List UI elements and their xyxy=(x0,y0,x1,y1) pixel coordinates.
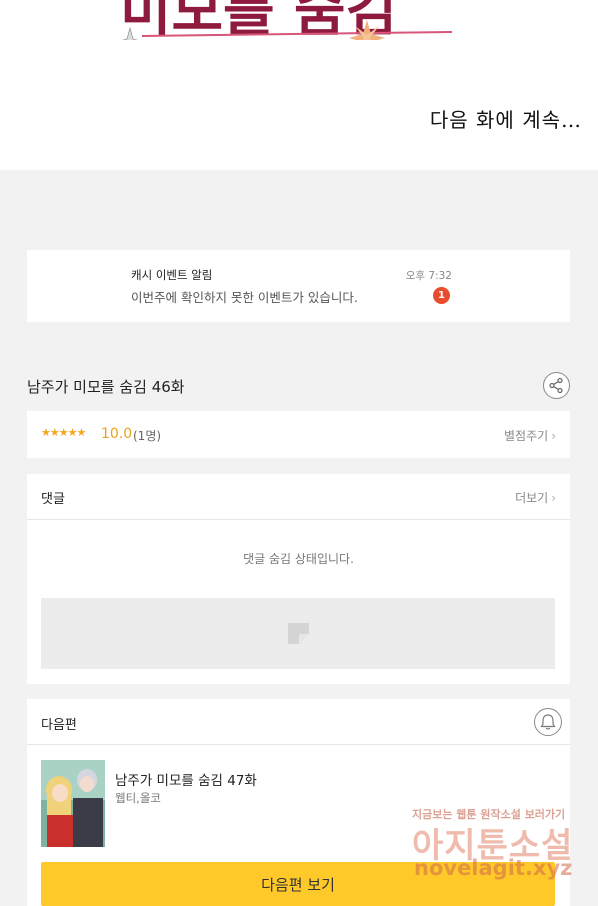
chevron-right-icon: › xyxy=(551,491,556,505)
notify-button[interactable] xyxy=(534,708,562,736)
ad-placeholder xyxy=(41,598,555,669)
notification-count-badge: 1 xyxy=(433,287,450,304)
share-icon xyxy=(549,377,563,394)
comments-more-label: 더보기 xyxy=(515,491,549,505)
comments-title: 댓글 xyxy=(41,492,65,507)
share-button[interactable] xyxy=(543,372,570,399)
next-episode-author: 웹티,올코 xyxy=(115,791,161,805)
notification-title: 캐시 이벤트 알림 xyxy=(131,268,213,282)
to-be-continued-text: 다음 화에 계속… xyxy=(429,108,582,132)
next-episode-section-title: 다음편 xyxy=(41,718,77,733)
notification-message: 이번주에 확인하지 못한 이벤트가 있습니다. xyxy=(131,290,358,305)
watermark-url: novelagit.xyz xyxy=(414,856,573,880)
event-notification[interactable]: 캐시 이벤트 알림 이번주에 확인하지 못한 이벤트가 있습니다. 오후 7:3… xyxy=(27,250,570,322)
watermark: 지금보는 웹툰 원작소설 보러가기 아지툰소설 novelagit.xyz xyxy=(406,800,598,895)
comic-panel: 미모를 숨김 다음 화에 계속… xyxy=(0,0,598,170)
chevron-right-icon: › xyxy=(551,429,556,443)
next-episode-header: 다음편 xyxy=(27,699,570,745)
rate-button[interactable]: 별점주기 › xyxy=(504,427,556,444)
episode-title: 남주가 미모를 숨김 46화 xyxy=(27,378,185,396)
rate-button-label: 별점주기 xyxy=(504,429,549,443)
comic-title-art: 미모를 숨김 xyxy=(120,0,453,40)
comments-header: 댓글 더보기 › xyxy=(27,474,570,520)
next-episode-thumbnail[interactable] xyxy=(41,760,105,847)
image-placeholder-icon xyxy=(288,623,309,644)
comments-hidden-message: 댓글 숨김 상태입니다. xyxy=(243,552,354,566)
rating-count: (1명) xyxy=(133,429,162,443)
comments-more-link[interactable]: 더보기 › xyxy=(515,489,556,506)
bell-icon xyxy=(540,714,556,730)
comments-section: 댓글 더보기 › 댓글 숨김 상태입니다. xyxy=(27,474,570,684)
rating-stars: ★★★★★ xyxy=(41,426,86,439)
rating-bar: ★★★★★ 10.0 (1명) 별점주기 › xyxy=(27,411,570,458)
rating-score: 10.0 xyxy=(101,426,133,442)
notification-time: 오후 7:32 xyxy=(405,270,452,282)
next-episode-title[interactable]: 남주가 미모를 숨김 47화 xyxy=(115,769,257,789)
